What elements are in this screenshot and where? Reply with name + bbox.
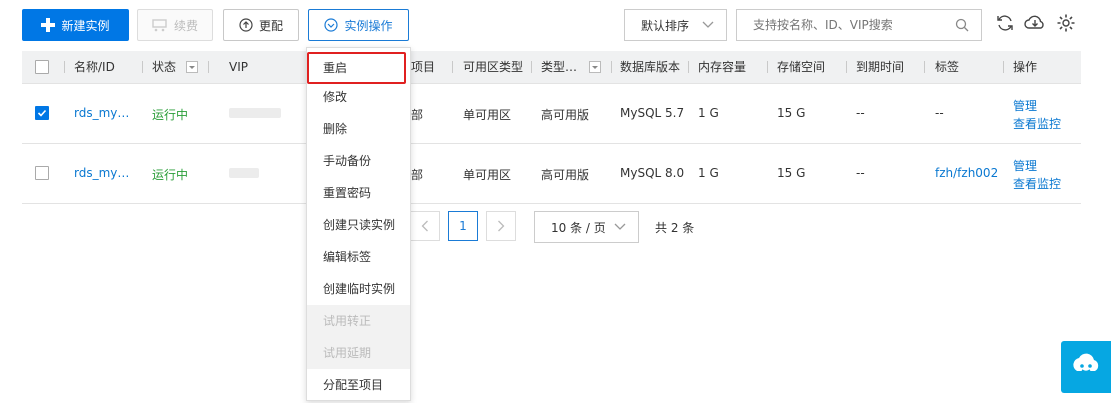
- header-status: 状态: [152, 60, 177, 74]
- table-row: rds_my… 运行中 部 单可用区 高可用版 MySQL 8.0 1 G 15…: [22, 144, 1081, 204]
- tags-cell: --: [935, 106, 944, 120]
- header-db-version: 数据库版本: [620, 60, 681, 74]
- db-version-cell: MySQL 8.0: [620, 166, 685, 180]
- help-float-button[interactable]: [1061, 341, 1111, 393]
- chevron-left-icon: [421, 220, 428, 232]
- status-badge: 运行中: [152, 168, 189, 182]
- header-type: 类型…: [541, 60, 578, 74]
- menu-item[interactable]: 重启: [307, 52, 406, 84]
- prev-page-button[interactable]: [410, 211, 440, 241]
- arrow-up-circle-icon: [239, 18, 253, 32]
- renew-label: 续费: [173, 18, 198, 33]
- storage-cell: 15 G: [777, 166, 806, 180]
- instance-name-link[interactable]: rds_my…: [74, 166, 129, 180]
- search-input[interactable]: [736, 9, 982, 41]
- project-cell: 部: [411, 108, 424, 122]
- chevron-down-icon: [614, 223, 626, 230]
- current-page-button[interactable]: 1: [448, 211, 478, 241]
- chat-bot-icon: [1073, 353, 1099, 373]
- total-count: 共 2 条: [655, 221, 695, 235]
- download-cloud-icon[interactable]: [1024, 12, 1046, 34]
- sort-select[interactable]: 默认排序: [624, 9, 727, 41]
- chevron-down-icon: [702, 21, 714, 28]
- current-page-number: 1: [459, 219, 467, 233]
- next-page-button[interactable]: [486, 211, 516, 241]
- sort-select-value: 默认排序: [641, 18, 690, 33]
- memory-cell: 1 G: [698, 106, 719, 120]
- expire-cell: --: [856, 166, 865, 180]
- type-cell: 高可用版: [541, 108, 590, 122]
- header-name-id: 名称/ID: [74, 60, 115, 74]
- select-all-checkbox[interactable]: [35, 60, 49, 74]
- row-checkbox[interactable]: [35, 106, 49, 120]
- zone-type-cell: 单可用区: [463, 108, 512, 122]
- menu-item[interactable]: 重置密码: [307, 177, 410, 209]
- header-vip: VIP: [229, 60, 248, 74]
- menu-item[interactable]: 分配至项目: [307, 369, 410, 401]
- manage-link[interactable]: 管理: [1013, 157, 1037, 174]
- search-icon[interactable]: [955, 18, 969, 32]
- header-project: 项目: [411, 60, 436, 74]
- header-tags: 标签: [935, 60, 960, 74]
- instance-ops-menu: 重启 修改 删除 手动备份 重置密码 创建只读实例 编辑标签 创建临时实例 试用转正 试用延期 分配…: [306, 47, 411, 401]
- menu-item[interactable]: 编辑标签: [307, 241, 410, 273]
- change-config-button[interactable]: 更配: [223, 9, 299, 41]
- cart-icon: [152, 19, 167, 32]
- instance-ops-label: 实例操作: [344, 18, 393, 33]
- vip-masked: [229, 168, 259, 178]
- memory-cell: 1 G: [698, 166, 719, 180]
- instance-table: 名称/ID 状态 VIP 项目 可用区类型 类型… 数据库版本 内存容量 存储空…: [22, 51, 1081, 204]
- expire-cell: --: [856, 106, 865, 120]
- chevron-right-icon: [498, 220, 505, 232]
- renew-button[interactable]: 续费: [137, 9, 213, 41]
- type-filter-icon[interactable]: [589, 61, 601, 73]
- project-cell: 部: [411, 168, 424, 182]
- new-instance-button[interactable]: 新建实例: [22, 9, 129, 41]
- ops-circle-icon: [324, 18, 339, 32]
- gear-icon[interactable]: [1055, 12, 1077, 34]
- menu-item: 试用转正: [307, 305, 410, 337]
- menu-item: 试用延期: [307, 337, 410, 369]
- status-filter-icon[interactable]: [186, 61, 198, 73]
- search-field[interactable]: [751, 17, 955, 33]
- menu-item[interactable]: 删除: [307, 113, 410, 145]
- menu-item[interactable]: 创建只读实例: [307, 209, 410, 241]
- menu-item[interactable]: 修改: [307, 81, 410, 113]
- row-checkbox[interactable]: [35, 166, 49, 180]
- vip-masked: [229, 108, 281, 118]
- header-memory: 内存容量: [698, 60, 747, 74]
- storage-cell: 15 G: [777, 106, 806, 120]
- zone-type-cell: 单可用区: [463, 168, 512, 182]
- instance-ops-button[interactable]: 实例操作: [308, 9, 409, 41]
- change-config-label: 更配: [258, 18, 283, 33]
- db-version-cell: MySQL 5.7: [620, 106, 685, 120]
- monitor-link[interactable]: 查看监控: [1013, 175, 1061, 192]
- refresh-icon[interactable]: [994, 12, 1016, 34]
- header-zone-type: 可用区类型: [463, 60, 524, 74]
- status-badge: 运行中: [152, 108, 189, 122]
- table-header: 名称/ID 状态 VIP 项目 可用区类型 类型… 数据库版本 内存容量 存储空…: [22, 51, 1081, 84]
- type-cell: 高可用版: [541, 168, 590, 182]
- menu-item[interactable]: 创建临时实例: [307, 273, 410, 305]
- menu-item[interactable]: 手动备份: [307, 145, 410, 177]
- instance-name-link[interactable]: rds_my…: [74, 106, 129, 120]
- manage-link[interactable]: 管理: [1013, 97, 1037, 114]
- header-ops: 操作: [1013, 60, 1038, 74]
- page-size-select[interactable]: 10 条 / 页: [534, 211, 639, 243]
- header-expire: 到期时间: [856, 60, 905, 74]
- table-row: rds_my… 运行中 部 单可用区 高可用版 MySQL 5.7 1 G 15…: [22, 84, 1081, 144]
- plus-icon: [41, 18, 56, 32]
- monitor-link[interactable]: 查看监控: [1013, 115, 1061, 132]
- tags-link[interactable]: fzh/fzh002: [935, 166, 998, 180]
- new-instance-label: 新建实例: [61, 18, 110, 33]
- page-size-value: 10 条 / 页: [551, 220, 606, 235]
- header-storage: 存储空间: [777, 60, 826, 74]
